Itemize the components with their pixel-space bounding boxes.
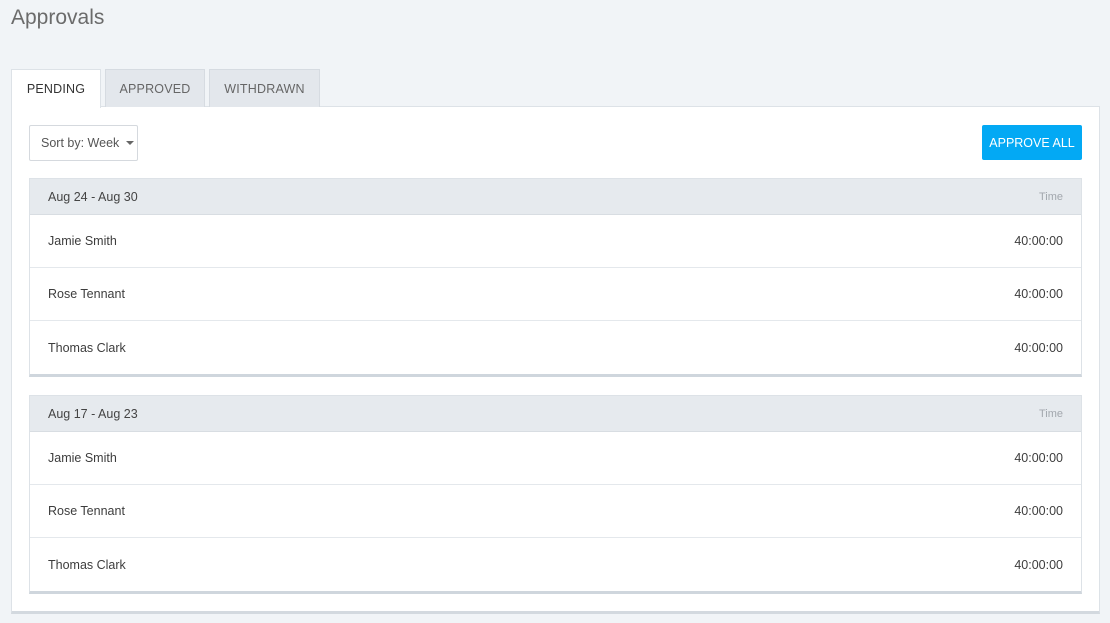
approval-row[interactable]: Thomas Clark 40:00:00 — [30, 321, 1081, 374]
group-header: Aug 17 - Aug 23 Time — [30, 396, 1081, 432]
group-date-range: Aug 24 - Aug 30 — [48, 189, 138, 204]
employee-name: Thomas Clark — [48, 340, 126, 355]
approval-row[interactable]: Rose Tennant 40:00:00 — [30, 485, 1081, 538]
tab-bar: PENDING APPROVED WITHDRAWN — [11, 69, 324, 108]
week-group: Aug 17 - Aug 23 Time Jamie Smith 40:00:0… — [29, 395, 1082, 594]
time-value: 40:00:00 — [1014, 504, 1063, 518]
time-value: 40:00:00 — [1014, 287, 1063, 301]
time-value: 40:00:00 — [1014, 234, 1063, 248]
week-group: Aug 24 - Aug 30 Time Jamie Smith 40:00:0… — [29, 178, 1082, 377]
time-value: 40:00:00 — [1014, 451, 1063, 465]
tab-pending[interactable]: PENDING — [11, 69, 101, 108]
employee-name: Rose Tennant — [48, 287, 125, 301]
approval-row[interactable]: Thomas Clark 40:00:00 — [30, 538, 1081, 591]
employee-name: Jamie Smith — [48, 234, 117, 248]
time-value: 40:00:00 — [1014, 557, 1063, 572]
time-column-header: Time — [1038, 407, 1063, 420]
caret-down-icon — [126, 141, 135, 145]
approve-all-button[interactable]: APPROVE ALL — [982, 125, 1082, 160]
group-header: Aug 24 - Aug 30 Time — [30, 179, 1081, 215]
employee-name: Thomas Clark — [48, 557, 126, 572]
page-title: Approvals — [11, 6, 105, 29]
tab-withdrawn[interactable]: WITHDRAWN — [209, 69, 320, 107]
employee-name: Rose Tennant — [48, 504, 125, 518]
approval-row[interactable]: Jamie Smith 40:00:00 — [30, 432, 1081, 485]
time-value: 40:00:00 — [1014, 340, 1063, 355]
employee-name: Jamie Smith — [48, 451, 117, 465]
group-date-range: Aug 17 - Aug 23 — [48, 406, 138, 421]
sort-label: Sort by: Week — [41, 136, 120, 150]
approval-row[interactable]: Jamie Smith 40:00:00 — [30, 215, 1081, 268]
tab-approved[interactable]: APPROVED — [105, 69, 205, 107]
time-column-header: Time — [1038, 190, 1063, 203]
approval-row[interactable]: Rose Tennant 40:00:00 — [30, 268, 1081, 321]
approvals-panel: Sort by: Week APPROVE ALL Aug 24 - Aug 3… — [11, 106, 1100, 614]
sort-dropdown[interactable]: Sort by: Week — [29, 125, 138, 161]
